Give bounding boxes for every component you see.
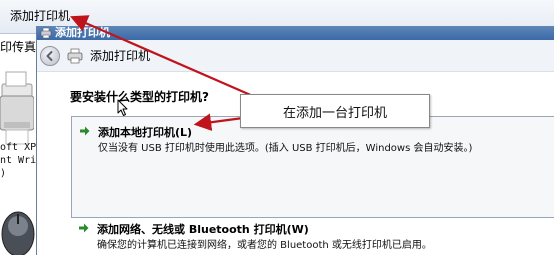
dialog-title: 添加打印机 — [55, 26, 110, 39]
printer-caption-line: oft XPS — [0, 142, 36, 153]
green-arrow-icon — [80, 126, 90, 136]
fax-item-label: 印传真 — [0, 40, 36, 54]
wizard-question: 要安装什么类型的打印机? — [70, 90, 209, 104]
option-description: 确保您的计算机已连接到网络，或者您的 Bluetooth 或无线打印机已启用。 — [97, 240, 432, 251]
mouse-cursor-icon — [117, 99, 128, 116]
back-button[interactable] — [40, 46, 60, 66]
wizard-title: 添加打印机 — [90, 49, 151, 63]
toolbar-add-printer-button[interactable]: 添加打印机 — [4, 6, 76, 26]
add-local-printer-option[interactable]: 添加本地打印机(L) 仅当没有 USB 打印机时使用此选项。(插入 USB 打印… — [71, 116, 554, 218]
printer-icon — [40, 27, 52, 39]
printer-icon — [67, 48, 83, 64]
add-printer-dialog: 添加打印机 添加打印机 要安装什么类型的打印机? 添加本地打印机(L) 仅当没有… — [36, 26, 554, 255]
annotation-callout: 在添加一台打印机 — [240, 94, 430, 128]
option-title: 添加网络、无线或 Bluetooth 打印机(W) — [97, 223, 309, 236]
printer-caption-line: nt Writ — [0, 155, 36, 166]
option-description: 仅当没有 USB 打印机时使用此选项。(插入 USB 打印机后，Windows … — [98, 143, 473, 154]
option-title: 添加本地打印机(L) — [98, 126, 193, 139]
add-network-printer-option[interactable]: 添加网络、无线或 Bluetooth 打印机(W) 确保您的计算机已连接到网络，… — [71, 216, 554, 255]
green-arrow-icon — [79, 223, 89, 233]
printer-caption-line: ) — [0, 168, 7, 179]
callout-text: 在添加一台打印机 — [282, 105, 387, 121]
dialog-navbar: 添加打印机 — [37, 40, 554, 72]
mouse-device-icon[interactable] — [0, 204, 36, 255]
back-arrow-icon — [46, 51, 53, 61]
printers-list-pane: 印传真 oft XPS nt Writ ) — [0, 34, 36, 255]
dialog-titlebar: 添加打印机 — [37, 26, 554, 40]
